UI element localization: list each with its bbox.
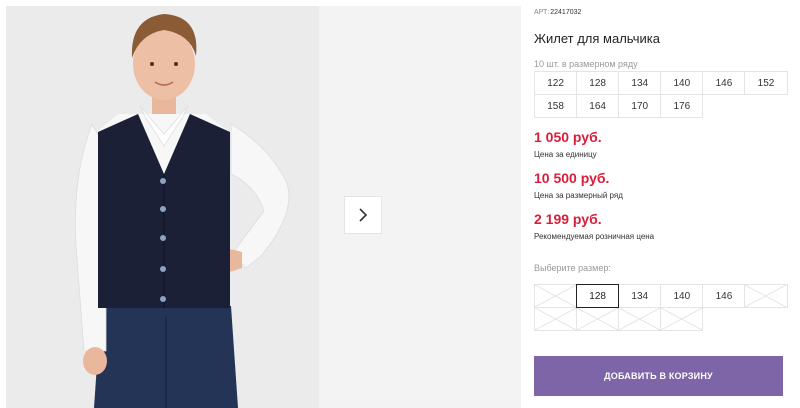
size-range-grid: 122 128 134 140 146 152 158 164 170 176: [534, 71, 788, 118]
size-range-cell: 128: [576, 71, 620, 95]
article-value: 22417032: [550, 9, 582, 16]
size-option-label: 146: [715, 290, 733, 302]
range-price: 10 500 руб.: [534, 170, 610, 186]
next-image-button[interactable]: [344, 196, 382, 234]
size-option: [618, 307, 662, 331]
product-title: Жилет для мальчика: [534, 31, 660, 46]
article-number: АРТ:22417032: [534, 9, 581, 16]
size-range-cell: 140: [660, 71, 704, 95]
retail-price-label: Рекомендуемая розничная цена: [534, 232, 655, 241]
size-option: [660, 307, 704, 331]
size-range-cell: 176: [660, 94, 704, 118]
product-photo-illustration: [6, 6, 319, 408]
add-to-cart-button[interactable]: ДОБАВИТЬ В КОРЗИНУ: [534, 356, 783, 396]
size-option: [534, 307, 578, 331]
size-option[interactable]: 146: [702, 284, 746, 308]
chevron-right-icon: [359, 208, 368, 222]
cross-icon: [535, 285, 577, 307]
size-option[interactable]: 128: [576, 284, 620, 308]
pack-size-note: 10 шт. в размерном ряду: [534, 59, 638, 69]
size-range-cell: 158: [534, 94, 578, 118]
cross-icon: [661, 308, 703, 330]
unit-price: 1 050 руб.: [534, 129, 602, 145]
size-option-label: 128: [589, 290, 606, 302]
choose-size-label: Выберите размер:: [534, 263, 611, 273]
size-range-cell: 152: [744, 71, 788, 95]
size-range-cell: 146: [702, 71, 746, 95]
size-option[interactable]: 134: [618, 284, 662, 308]
size-range-cell: 134: [618, 71, 662, 95]
cross-icon: [577, 308, 619, 330]
size-option[interactable]: 140: [660, 284, 704, 308]
size-option: [744, 284, 788, 308]
range-price-label: Цена за размерный ряд: [534, 191, 623, 200]
size-option-label: 134: [631, 290, 649, 302]
product-photo[interactable]: [6, 6, 319, 408]
retail-price: 2 199 руб.: [534, 211, 602, 227]
size-option-label: 140: [673, 290, 691, 302]
size-range-cell: 170: [618, 94, 662, 118]
size-range-cell: 164: [576, 94, 620, 118]
cross-icon: [745, 285, 787, 307]
size-range-cell: 122: [534, 71, 578, 95]
cross-icon: [619, 308, 661, 330]
size-selector: 128 134 140 146: [534, 284, 788, 331]
cross-icon: [535, 308, 577, 330]
size-option: [576, 307, 620, 331]
unit-price-label: Цена за единицу: [534, 150, 597, 159]
article-prefix: АРТ:: [534, 9, 550, 16]
size-option: [534, 284, 578, 308]
